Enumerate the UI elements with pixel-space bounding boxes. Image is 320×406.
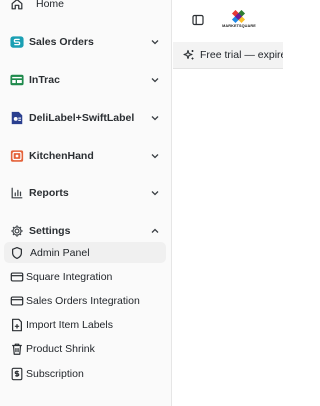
delilabel-app-icon (10, 111, 24, 125)
chevron-down-icon (150, 37, 160, 47)
sidebar: Home Sales Orders InTrac DeliLabel+Swift… (0, 0, 172, 406)
chevron-down-icon (150, 75, 160, 85)
file-plus-icon (10, 318, 24, 332)
app-window: Home Sales Orders InTrac DeliLabel+Swift… (0, 0, 283, 406)
trial-banner: Free trial — expires (173, 42, 283, 69)
sidebar-section-intrac[interactable]: InTrac (0, 70, 172, 90)
shield-icon (10, 246, 24, 260)
sidebar-section-label: InTrac (29, 74, 60, 86)
trash-icon (10, 342, 24, 356)
marketsquare-logo[interactable]: MARKETSQUARE (220, 10, 258, 32)
sidebar-item-square-integration[interactable]: Square Integration (0, 267, 172, 287)
sidebar-item-label: Product Shrink (26, 343, 95, 355)
dollar-receipt-icon (10, 367, 24, 381)
sidebar-item-label: Admin Panel (30, 246, 90, 259)
sidebar-section-kitchenhand[interactable]: KitchenHand (0, 146, 172, 166)
bar-chart-icon (10, 186, 24, 200)
sidebar-item-sales-orders-integration[interactable]: Sales Orders Integration (0, 291, 172, 311)
sales-orders-app-icon (10, 35, 24, 49)
intrac-app-icon (10, 73, 24, 87)
sidebar-toggle-icon[interactable] (192, 14, 204, 26)
kitchenhand-app-icon (10, 149, 24, 163)
gear-icon (10, 224, 24, 238)
sidebar-section-label: Sales Orders (29, 36, 94, 48)
logo-wordmark: MARKETSQUARE (222, 24, 256, 28)
sidebar-section-label: Reports (29, 187, 69, 199)
sidebar-section-label: Settings (29, 225, 71, 237)
sidebar-item-label: Import Item Labels (26, 319, 113, 331)
sidebar-section-sales-orders[interactable]: Sales Orders (0, 32, 172, 52)
sidebar-item-home[interactable]: Home (0, 0, 172, 14)
sidebar-section-reports[interactable]: Reports (0, 183, 172, 203)
chevron-down-icon (150, 113, 160, 123)
sidebar-item-label: Sales Orders Integration (26, 295, 140, 307)
sidebar-item-import-item-labels[interactable]: Import Item Labels (0, 315, 172, 335)
sidebar-item-subscription[interactable]: Subscription (0, 364, 172, 384)
trial-banner-text: Free trial — expires (200, 49, 283, 61)
sidebar-section-delilabel[interactable]: DeliLabel+SwiftLabel (0, 108, 172, 128)
topbar: MARKETSQUARE (172, 0, 283, 42)
credit-card-icon (10, 294, 24, 308)
chevron-down-icon (150, 188, 160, 198)
sidebar-item-admin-panel[interactable]: Admin Panel (4, 242, 166, 263)
sidebar-item-label: Subscription (26, 368, 84, 380)
home-icon (10, 0, 24, 11)
sidebar-section-settings[interactable]: Settings (0, 221, 172, 241)
sparkle-icon (183, 49, 195, 61)
sidebar-section-label: DeliLabel+SwiftLabel (29, 112, 135, 124)
sidebar-section-label: KitchenHand (29, 150, 94, 162)
sidebar-item-label: Square Integration (26, 271, 113, 283)
credit-card-icon (10, 270, 24, 284)
chevron-down-icon (150, 151, 160, 161)
chevron-up-icon (150, 226, 160, 236)
sidebar-item-product-shrink[interactable]: Product Shrink (0, 339, 172, 359)
sidebar-item-label: Home (36, 0, 65, 10)
